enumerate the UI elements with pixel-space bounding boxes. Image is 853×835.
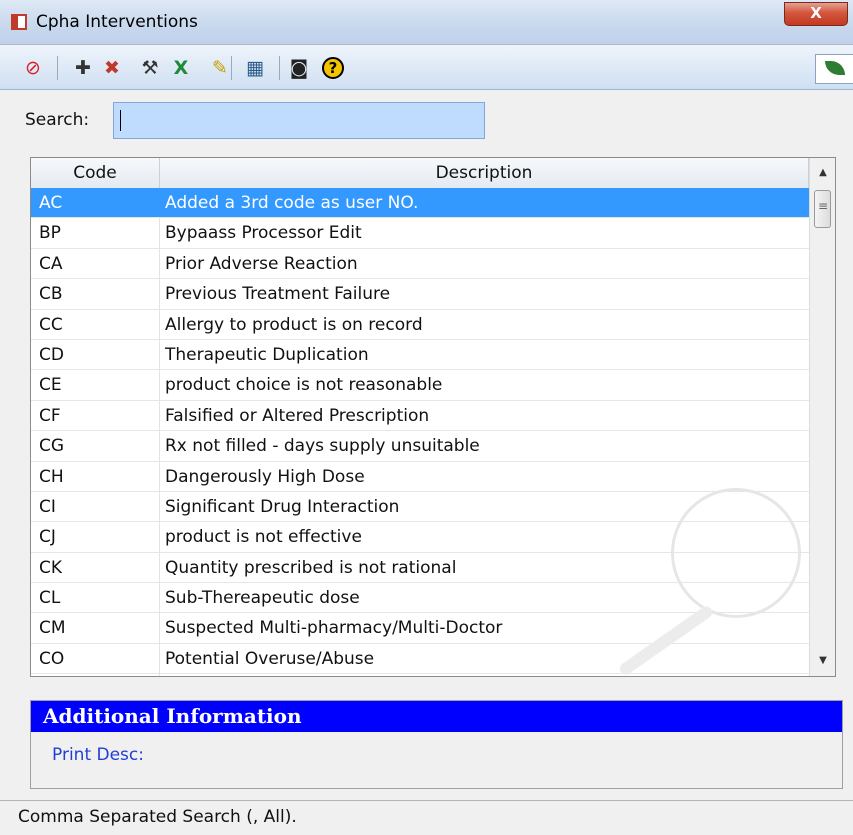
scroll-down-arrow-icon[interactable]: ▼ xyxy=(810,648,835,674)
cell-description: Rx not filled - days supply unsuitable xyxy=(165,436,480,457)
grid-icon[interactable]: ▦ xyxy=(244,57,266,79)
cell-code: CC xyxy=(39,314,63,335)
cell-code: CK xyxy=(39,557,63,578)
delete-icon[interactable]: ✖ xyxy=(101,57,123,79)
cell-description: Quantity prescribed is not rational xyxy=(165,557,457,578)
toolbar-separator xyxy=(57,56,58,80)
status-text: Comma Separated Search (, All). xyxy=(18,807,297,827)
cell-description: Falsified or Altered Prescription xyxy=(165,405,430,426)
table-row[interactable]: CM Suspected Multi-pharmacy/Multi-Doctor xyxy=(31,613,809,644)
cell-code: CD xyxy=(39,344,64,365)
window-title: Cpha Interventions xyxy=(36,12,198,32)
toolbar-separator xyxy=(231,56,232,80)
additional-info-panel: Additional Information Print Desc: xyxy=(30,700,843,789)
cell-description: Allergy to product is on record xyxy=(165,314,423,335)
leaf-icon[interactable] xyxy=(815,54,853,84)
cell-description: Potential Overuse/Abuse xyxy=(165,648,375,669)
close-button[interactable]: X xyxy=(784,2,848,26)
cell-code: BP xyxy=(39,223,61,244)
title-bar: Cpha Interventions X xyxy=(0,0,853,45)
table-row[interactable]: CH Dangerously High Dose xyxy=(31,462,809,492)
cell-description: product choice is not reasonable xyxy=(165,375,443,396)
cell-description: Significant Drug Interaction xyxy=(165,496,400,517)
cell-code: CL xyxy=(39,588,61,609)
cell-code: CO xyxy=(39,648,65,669)
cell-description: Previous Treatment Failure xyxy=(165,284,391,305)
cell-code: CF xyxy=(39,405,61,426)
table-row[interactable]: CE product choice is not reasonable xyxy=(31,370,809,401)
table-header: Code Description xyxy=(31,158,809,189)
search-input[interactable] xyxy=(113,102,485,139)
cell-code: CJ xyxy=(39,527,56,548)
vertical-scrollbar[interactable]: ▲ ▼ xyxy=(809,158,835,676)
table-row[interactable]: CL Sub-Thereapeutic dose xyxy=(31,583,809,614)
codes-table: Code Description AC Added a 3rd code as u… xyxy=(30,157,836,677)
table-row[interactable]: CF Falsified or Altered Prescription xyxy=(31,401,809,432)
cell-description: Added a 3rd code as user NO. xyxy=(165,193,419,213)
table-row[interactable]: CB Previous Treatment Failure xyxy=(31,279,809,310)
cell-description: Suspected Multi-pharmacy/Multi-Doctor xyxy=(165,618,503,639)
camera-icon[interactable]: ◙ xyxy=(288,57,310,79)
cell-description: product is not effective xyxy=(165,527,362,548)
cell-code: CG xyxy=(39,436,65,457)
table-row[interactable]: CG Rx not filled - days supply unsuitable xyxy=(31,431,809,462)
excel-icon[interactable]: X xyxy=(170,57,192,79)
table-body: AC Added a 3rd code as user NO. BP Bypaass … xyxy=(31,188,809,675)
cell-code: CH xyxy=(39,466,64,487)
additional-info-title: Additional Information xyxy=(31,701,842,732)
table-row[interactable]: CI Significant Drug Interaction xyxy=(31,492,809,523)
cell-description: Prior Adverse Reaction xyxy=(165,253,358,274)
cancel-icon[interactable]: ⊘ xyxy=(22,57,44,79)
tools-icon[interactable]: ⚒ xyxy=(139,57,161,79)
toolbar: ⊘ ✚ ✖ ⚒ X ✎ ▦ ◙? xyxy=(0,46,853,90)
add-icon[interactable]: ✚ xyxy=(72,57,94,79)
table-row[interactable]: CD Therapeutic Duplication xyxy=(31,340,809,371)
scroll-up-arrow-icon[interactable]: ▲ xyxy=(810,160,835,186)
app-icon xyxy=(11,14,27,30)
cell-code: CA xyxy=(39,253,63,274)
help-icon[interactable]: ? xyxy=(322,57,344,79)
table-row[interactable]: CJ product is not effective xyxy=(31,522,809,553)
table-row[interactable]: CK Quantity prescribed is not rational xyxy=(31,553,809,584)
scroll-thumb[interactable] xyxy=(814,190,831,228)
cell-description: Sub-Thereapeutic dose xyxy=(165,588,360,609)
column-header-code[interactable]: Code xyxy=(31,158,160,188)
table-row[interactable]: BP Bypaass Processor Edit xyxy=(31,218,809,249)
toolbar-separator xyxy=(279,56,280,80)
cell-code: CI xyxy=(39,496,56,517)
pencil-icon[interactable]: ✎ xyxy=(209,57,231,79)
cell-description: Dangerously High Dose xyxy=(165,466,365,487)
table-row[interactable]: AC Added a 3rd code as user NO. xyxy=(31,188,809,219)
table-row[interactable]: CA Prior Adverse Reaction xyxy=(31,249,809,280)
column-header-description[interactable]: Description xyxy=(160,158,809,188)
table-row[interactable]: CO Potential Overuse/Abuse xyxy=(31,644,809,675)
cell-code: CE xyxy=(39,375,62,396)
cell-description: Therapeutic Duplication xyxy=(165,344,369,365)
text-caret xyxy=(120,110,121,131)
table-row[interactable]: CC Allergy to product is on record xyxy=(31,310,809,340)
cell-code: CM xyxy=(39,618,66,639)
search-label: Search: xyxy=(25,110,90,130)
status-bar: Comma Separated Search (, All). xyxy=(0,800,853,835)
print-desc-label: Print Desc: xyxy=(52,745,144,765)
cell-description: Bypaass Processor Edit xyxy=(165,223,362,244)
cell-code: CB xyxy=(39,284,63,305)
cell-code: AC xyxy=(39,193,63,213)
